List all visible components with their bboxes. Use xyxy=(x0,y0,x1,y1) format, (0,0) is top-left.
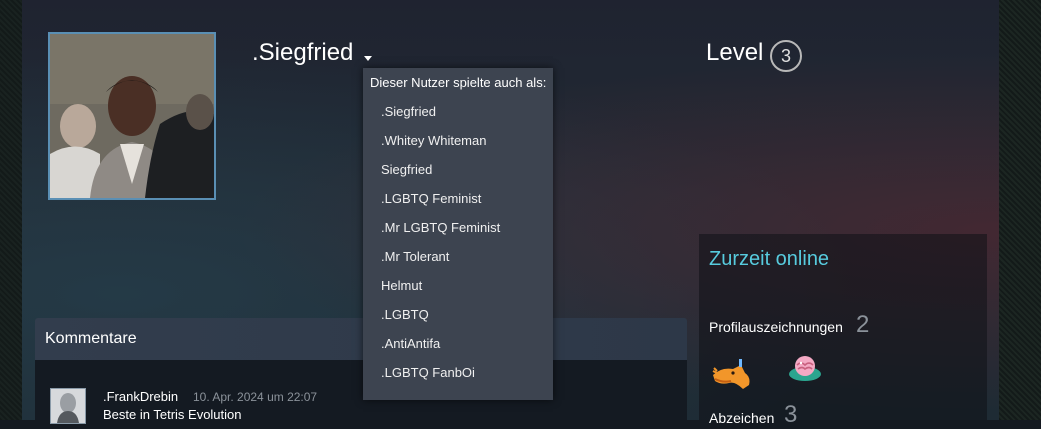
profile-awards-count[interactable]: 2 xyxy=(856,311,869,339)
page-background-right xyxy=(999,0,1041,420)
profile-awards-label[interactable]: Profilauszeichnungen xyxy=(709,319,843,335)
page-background-left xyxy=(0,0,22,420)
avatar-photo xyxy=(50,34,214,198)
alias-item[interactable]: .LGBTQ Feminist xyxy=(381,191,481,206)
alias-item[interactable]: .AntiAntifa xyxy=(381,336,440,351)
alias-history-dropdown: Dieser Nutzer spielte auch als: .Siegfri… xyxy=(363,68,553,400)
alias-item[interactable]: .Mr LGBTQ Feminist xyxy=(381,220,500,235)
persona-name[interactable]: .Siegfried xyxy=(252,39,353,67)
comment-timestamp: 10. Apr. 2024 um 22:07 xyxy=(193,390,318,404)
badges-count[interactable]: 3 xyxy=(784,401,797,429)
commenter-avatar-photo xyxy=(51,389,85,423)
commenter-avatar[interactable] xyxy=(50,388,86,424)
level-label: Level xyxy=(706,39,764,66)
profile-avatar[interactable] xyxy=(48,32,216,200)
caret-down-icon[interactable] xyxy=(364,56,372,61)
pink-brain-award-icon[interactable] xyxy=(787,352,823,384)
alias-item[interactable]: .LGBTQ xyxy=(381,307,429,322)
alias-item[interactable]: .Whitey Whiteman xyxy=(381,133,486,148)
alias-item[interactable]: .Mr Tolerant xyxy=(381,249,449,264)
alias-item[interactable]: Siegfried xyxy=(381,162,432,177)
comments-header: Kommentare xyxy=(35,318,687,360)
comment-author[interactable]: .FrankDrebin xyxy=(103,389,178,404)
badges-label[interactable]: Abzeichen xyxy=(709,410,774,426)
online-status: Zurzeit online xyxy=(709,248,830,270)
alias-item[interactable]: Helmut xyxy=(381,278,422,293)
level-badge[interactable]: 3 xyxy=(770,40,802,72)
alias-history-header: Dieser Nutzer spielte auch als: xyxy=(370,75,547,90)
orange-dragon-award-icon[interactable] xyxy=(711,357,755,393)
comments-title: Kommentare xyxy=(45,330,137,347)
alias-item[interactable]: .Siegfried xyxy=(381,104,436,119)
alias-item[interactable]: .LGBTQ FanbOi xyxy=(381,365,475,380)
